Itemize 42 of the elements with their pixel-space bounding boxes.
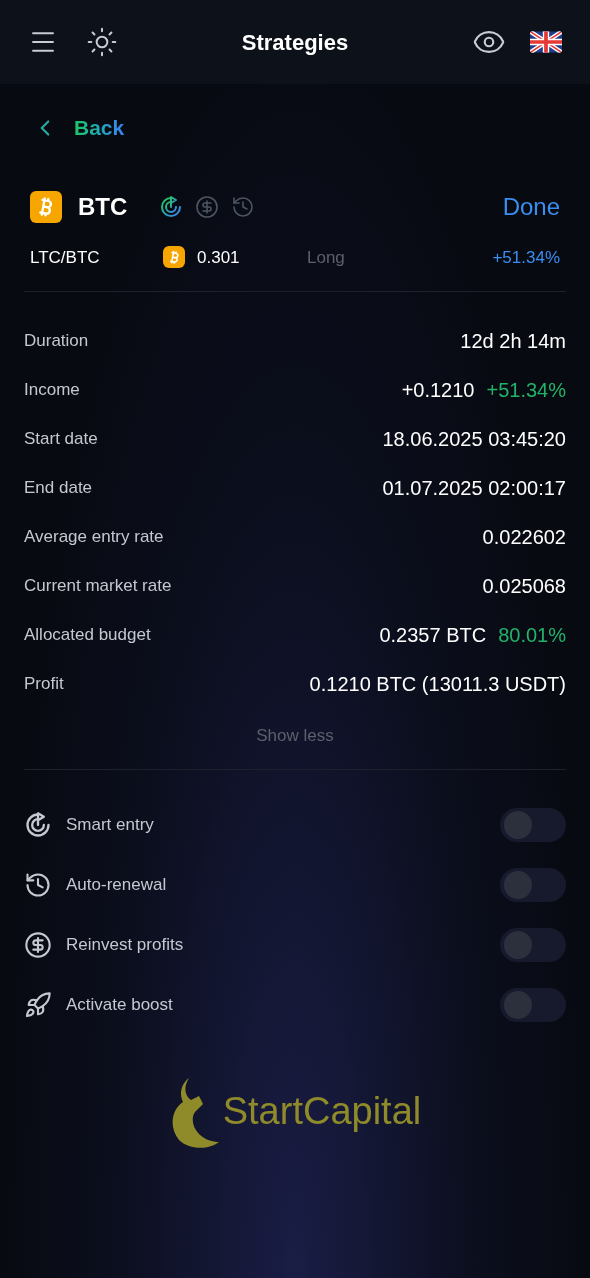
detail-label: End date xyxy=(24,477,93,500)
detail-value: +0.1210 xyxy=(401,378,475,403)
detail-label: Income xyxy=(24,379,80,402)
percent-value: 80.01% xyxy=(498,623,566,648)
detail-label: Allocated budget xyxy=(24,624,151,647)
target-icon xyxy=(24,810,52,839)
bitcoin-icon xyxy=(30,190,62,223)
toggle-switch[interactable] xyxy=(500,807,566,842)
detail-label: Duration xyxy=(24,330,89,353)
flag-icon[interactable] xyxy=(530,30,562,54)
toggle-switch[interactable] xyxy=(500,867,566,902)
detail-value: 0.1210 BTC (13011.3 USDT) xyxy=(309,672,566,697)
sun-icon[interactable] xyxy=(86,26,118,58)
setting-label: Activate boost xyxy=(66,993,173,1016)
pair-label: LTC/BTC xyxy=(30,246,101,269)
detail-value: 18.06.2025 03:45:20 xyxy=(382,427,566,452)
setting-label: Reinvest profits xyxy=(66,933,184,956)
detail-value: 12d 2h 14m xyxy=(460,329,566,354)
detail-value: 01.07.2025 02:00:17 xyxy=(382,476,566,501)
detail-label: Average entry rate xyxy=(24,526,164,549)
detail-value: 0.022602 xyxy=(482,525,566,550)
toggle-switch[interactable] xyxy=(500,987,566,1022)
detail-label: Current market rate xyxy=(24,575,172,598)
status-label: Done xyxy=(502,191,560,222)
coin-name: BTC xyxy=(78,191,128,222)
amount-value: 0.301 xyxy=(197,246,241,269)
detail-value: 0.025068 xyxy=(482,574,566,599)
setting-label: Smart entry xyxy=(66,813,154,836)
bitcoin-icon xyxy=(163,246,185,269)
toggle-switch[interactable] xyxy=(500,927,566,962)
rocket-icon xyxy=(24,990,52,1019)
setting-label: Auto-renewal xyxy=(66,873,167,896)
logo-text: StartCapital xyxy=(222,1088,422,1134)
detail-label: Profit xyxy=(24,673,64,696)
change-value: +51.34% xyxy=(492,246,560,269)
page-title: Strategies xyxy=(240,28,350,57)
side-label: Long xyxy=(307,246,345,269)
dollar-icon xyxy=(24,930,52,959)
detail-label: Start date xyxy=(24,428,98,451)
percent-value: +51.34% xyxy=(486,378,566,403)
history-icon xyxy=(24,870,52,899)
detail-value: 0.2357 BTC xyxy=(379,623,487,648)
